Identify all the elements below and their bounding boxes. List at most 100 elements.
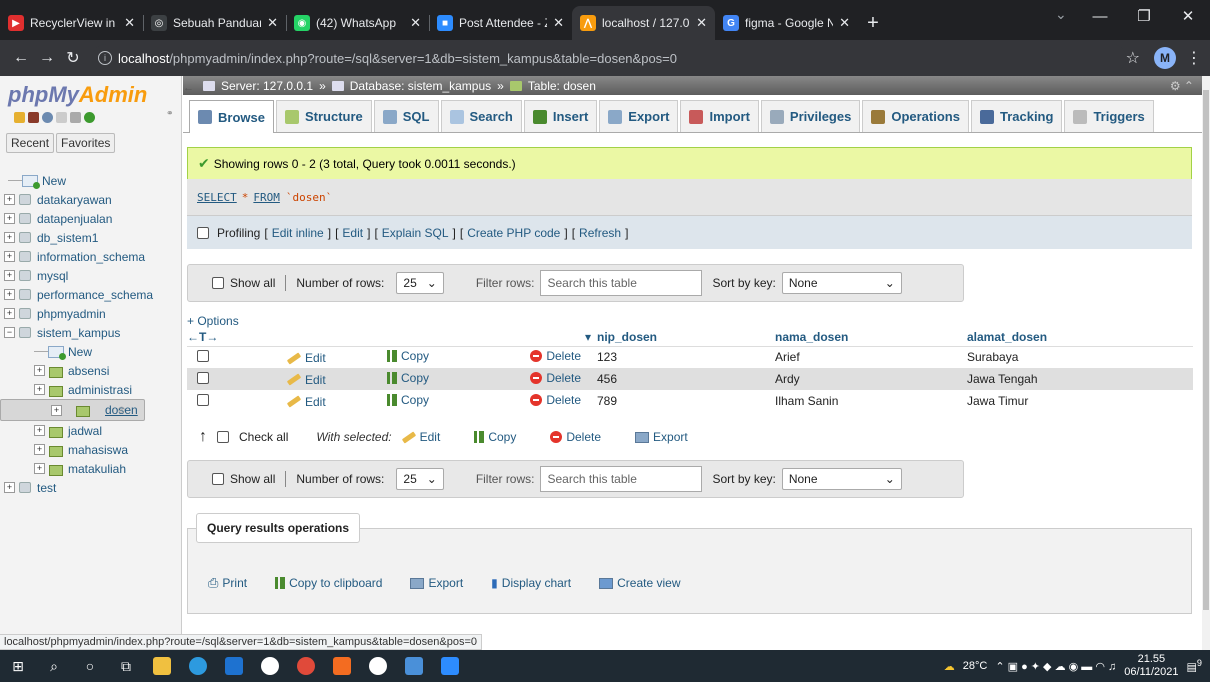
number-of-rows-select[interactable]: 25 ⌄ [396, 272, 444, 294]
cell-alamat-dosen[interactable]: Jawa Tengah [967, 368, 1193, 390]
column-resize-arrows[interactable]: ←T→ [187, 328, 287, 347]
expand-toggle-icon[interactable]: + [34, 444, 45, 455]
browser-tab[interactable]: ■ Post Attendee - Zo ✕ [429, 6, 572, 40]
maximize-icon[interactable]: ❐ [1122, 0, 1166, 32]
close-window-icon[interactable]: ✕ [1166, 0, 1210, 32]
tree-item[interactable]: + datakaryawan [0, 190, 181, 209]
row-edit-button[interactable]: Edit [286, 373, 326, 387]
cell-nip-dosen[interactable]: 789 [597, 390, 775, 412]
row-delete-button[interactable]: Delete [530, 371, 581, 385]
row-copy-button[interactable]: Copy [387, 393, 429, 407]
close-tab-icon[interactable]: ✕ [124, 15, 135, 31]
expand-toggle-icon[interactable]: + [4, 232, 15, 243]
tree-item[interactable]: + absensi [0, 361, 181, 380]
settings-gear-icon[interactable] [70, 112, 81, 123]
tree-item[interactable]: New [0, 171, 181, 190]
virtualbox-icon[interactable] [396, 650, 432, 682]
profiling-link[interactable]: Edit [342, 226, 363, 240]
tab-triggers[interactable]: Triggers [1064, 100, 1154, 132]
expand-toggle-icon[interactable]: + [4, 194, 15, 205]
sql-keyword-select[interactable]: SELECT [197, 191, 237, 204]
expand-toggle-icon[interactable]: + [51, 404, 62, 416]
expand-toggle-icon[interactable]: + [34, 384, 45, 395]
recent-button[interactable]: Recent [6, 133, 55, 153]
tab-structure[interactable]: Structure [275, 100, 372, 132]
tab-search-icon[interactable]: ⌄ [1055, 6, 1067, 23]
url-input[interactable]: i localhost/phpmyadmin/index.php?route=/… [92, 44, 1126, 72]
breadcrumb-table[interactable]: Table: dosen [528, 79, 596, 93]
task-view-icon[interactable]: ⧉ [108, 650, 144, 682]
start-icon[interactable]: ⊞ [0, 650, 36, 682]
profiling-checkbox[interactable] [197, 226, 209, 239]
reload-icon[interactable]: ↻ [60, 48, 86, 68]
cell-nip-dosen[interactable]: 456 [597, 368, 775, 390]
obs-icon[interactable] [360, 650, 396, 682]
weather-icon[interactable]: ☁ [944, 660, 955, 673]
settings-collapse-icons[interactable]: ⚙ ⌃ [1170, 79, 1194, 93]
expand-toggle-icon[interactable]: + [4, 251, 15, 262]
row-edit-button[interactable]: Edit [286, 351, 326, 365]
forward-icon[interactable]: → [34, 49, 60, 67]
tree-item[interactable]: + test [0, 478, 181, 497]
tree-item[interactable]: + db_sistem1 [0, 228, 181, 247]
expand-toggle-icon[interactable]: + [4, 213, 15, 224]
page-scrollbar[interactable] [1202, 76, 1210, 650]
expand-toggle-icon[interactable]: + [34, 425, 45, 436]
copy-to-clipboard-button[interactable]: Copy to clipboard [275, 575, 382, 591]
tree-item[interactable]: New [0, 342, 181, 361]
expand-toggle-icon[interactable]: + [4, 289, 15, 300]
row-edit-button[interactable]: Edit [286, 395, 326, 409]
cell-nip-dosen[interactable]: 123 [597, 346, 775, 368]
close-tab-icon[interactable]: ✕ [553, 15, 564, 31]
column-header-nip-dosen[interactable]: nip_dosen [597, 328, 775, 347]
tab-browse[interactable]: Browse [189, 100, 274, 133]
show-all-checkbox[interactable] [212, 473, 224, 485]
link-nav-icon[interactable]: ⚭ [166, 108, 174, 119]
tree-item[interactable]: − sistem_kampus [0, 323, 181, 342]
temperature[interactable]: 28°C [963, 660, 988, 672]
browser-tab[interactable]: ⋀ localhost / 127.0.0. ✕ [572, 6, 715, 40]
bulk-export-button[interactable]: Export [635, 430, 688, 444]
favorites-button[interactable]: Favorites [56, 133, 116, 153]
home-icon[interactable] [14, 112, 25, 123]
bulk-delete-button[interactable]: Delete [550, 430, 601, 444]
file-explorer-icon[interactable] [144, 650, 180, 682]
zoom-icon[interactable] [432, 650, 468, 682]
sql-keyword-from[interactable]: FROM [253, 191, 280, 204]
close-tab-icon[interactable]: ✕ [410, 15, 421, 31]
browser-tab[interactable]: Gfigma - Google Ng ✕ [715, 6, 858, 40]
bulk-copy-button[interactable]: Copy [474, 430, 516, 444]
row-delete-button[interactable]: Delete [530, 349, 581, 363]
breadcrumb-database[interactable]: Database: sistem_kampus [350, 79, 491, 93]
tab-import[interactable]: Import [680, 100, 759, 132]
check-all-label[interactable]: Check all [239, 430, 288, 444]
close-tab-icon[interactable]: ✕ [839, 15, 850, 31]
expand-toggle-icon[interactable]: + [4, 308, 15, 319]
tree-item[interactable]: + mysql [0, 266, 181, 285]
filter-rows-input[interactable]: Search this table [540, 270, 703, 296]
reload-nav-icon[interactable] [84, 112, 95, 123]
tree-item[interactable]: + performance_schema [0, 285, 181, 304]
back-icon[interactable]: ← [8, 49, 34, 67]
cell-nama-dosen[interactable]: Arief [775, 346, 967, 368]
edge-icon[interactable] [180, 650, 216, 682]
browser-menu-icon[interactable]: ⋮ [1186, 48, 1202, 68]
tree-item[interactable]: + information_schema [0, 247, 181, 266]
expand-toggle-icon[interactable]: + [34, 463, 45, 474]
check-all-checkbox[interactable] [217, 431, 229, 443]
phpmyadmin-logo[interactable]: phpMyAdmin [0, 76, 181, 108]
minimize-icon[interactable]: — [1078, 0, 1122, 32]
chrome-icon[interactable] [288, 650, 324, 682]
help-icon[interactable] [42, 112, 53, 123]
xampp-icon[interactable] [324, 650, 360, 682]
cell-alamat-dosen[interactable]: Surabaya [967, 346, 1193, 368]
close-tab-icon[interactable]: ✕ [696, 15, 707, 31]
cortana-icon[interactable]: ○ [72, 650, 108, 682]
tab-export[interactable]: Export [599, 100, 679, 132]
breadcrumb-server[interactable]: Server: 127.0.0.1 [221, 79, 313, 93]
row-copy-button[interactable]: Copy [387, 349, 429, 363]
print-button[interactable]: ⎙ Print [208, 575, 247, 591]
tab-privileges[interactable]: Privileges [760, 100, 861, 132]
logout-icon[interactable] [28, 112, 39, 123]
browser-tab[interactable]: ◎ Sebuah Panduan M ✕ [143, 6, 286, 40]
